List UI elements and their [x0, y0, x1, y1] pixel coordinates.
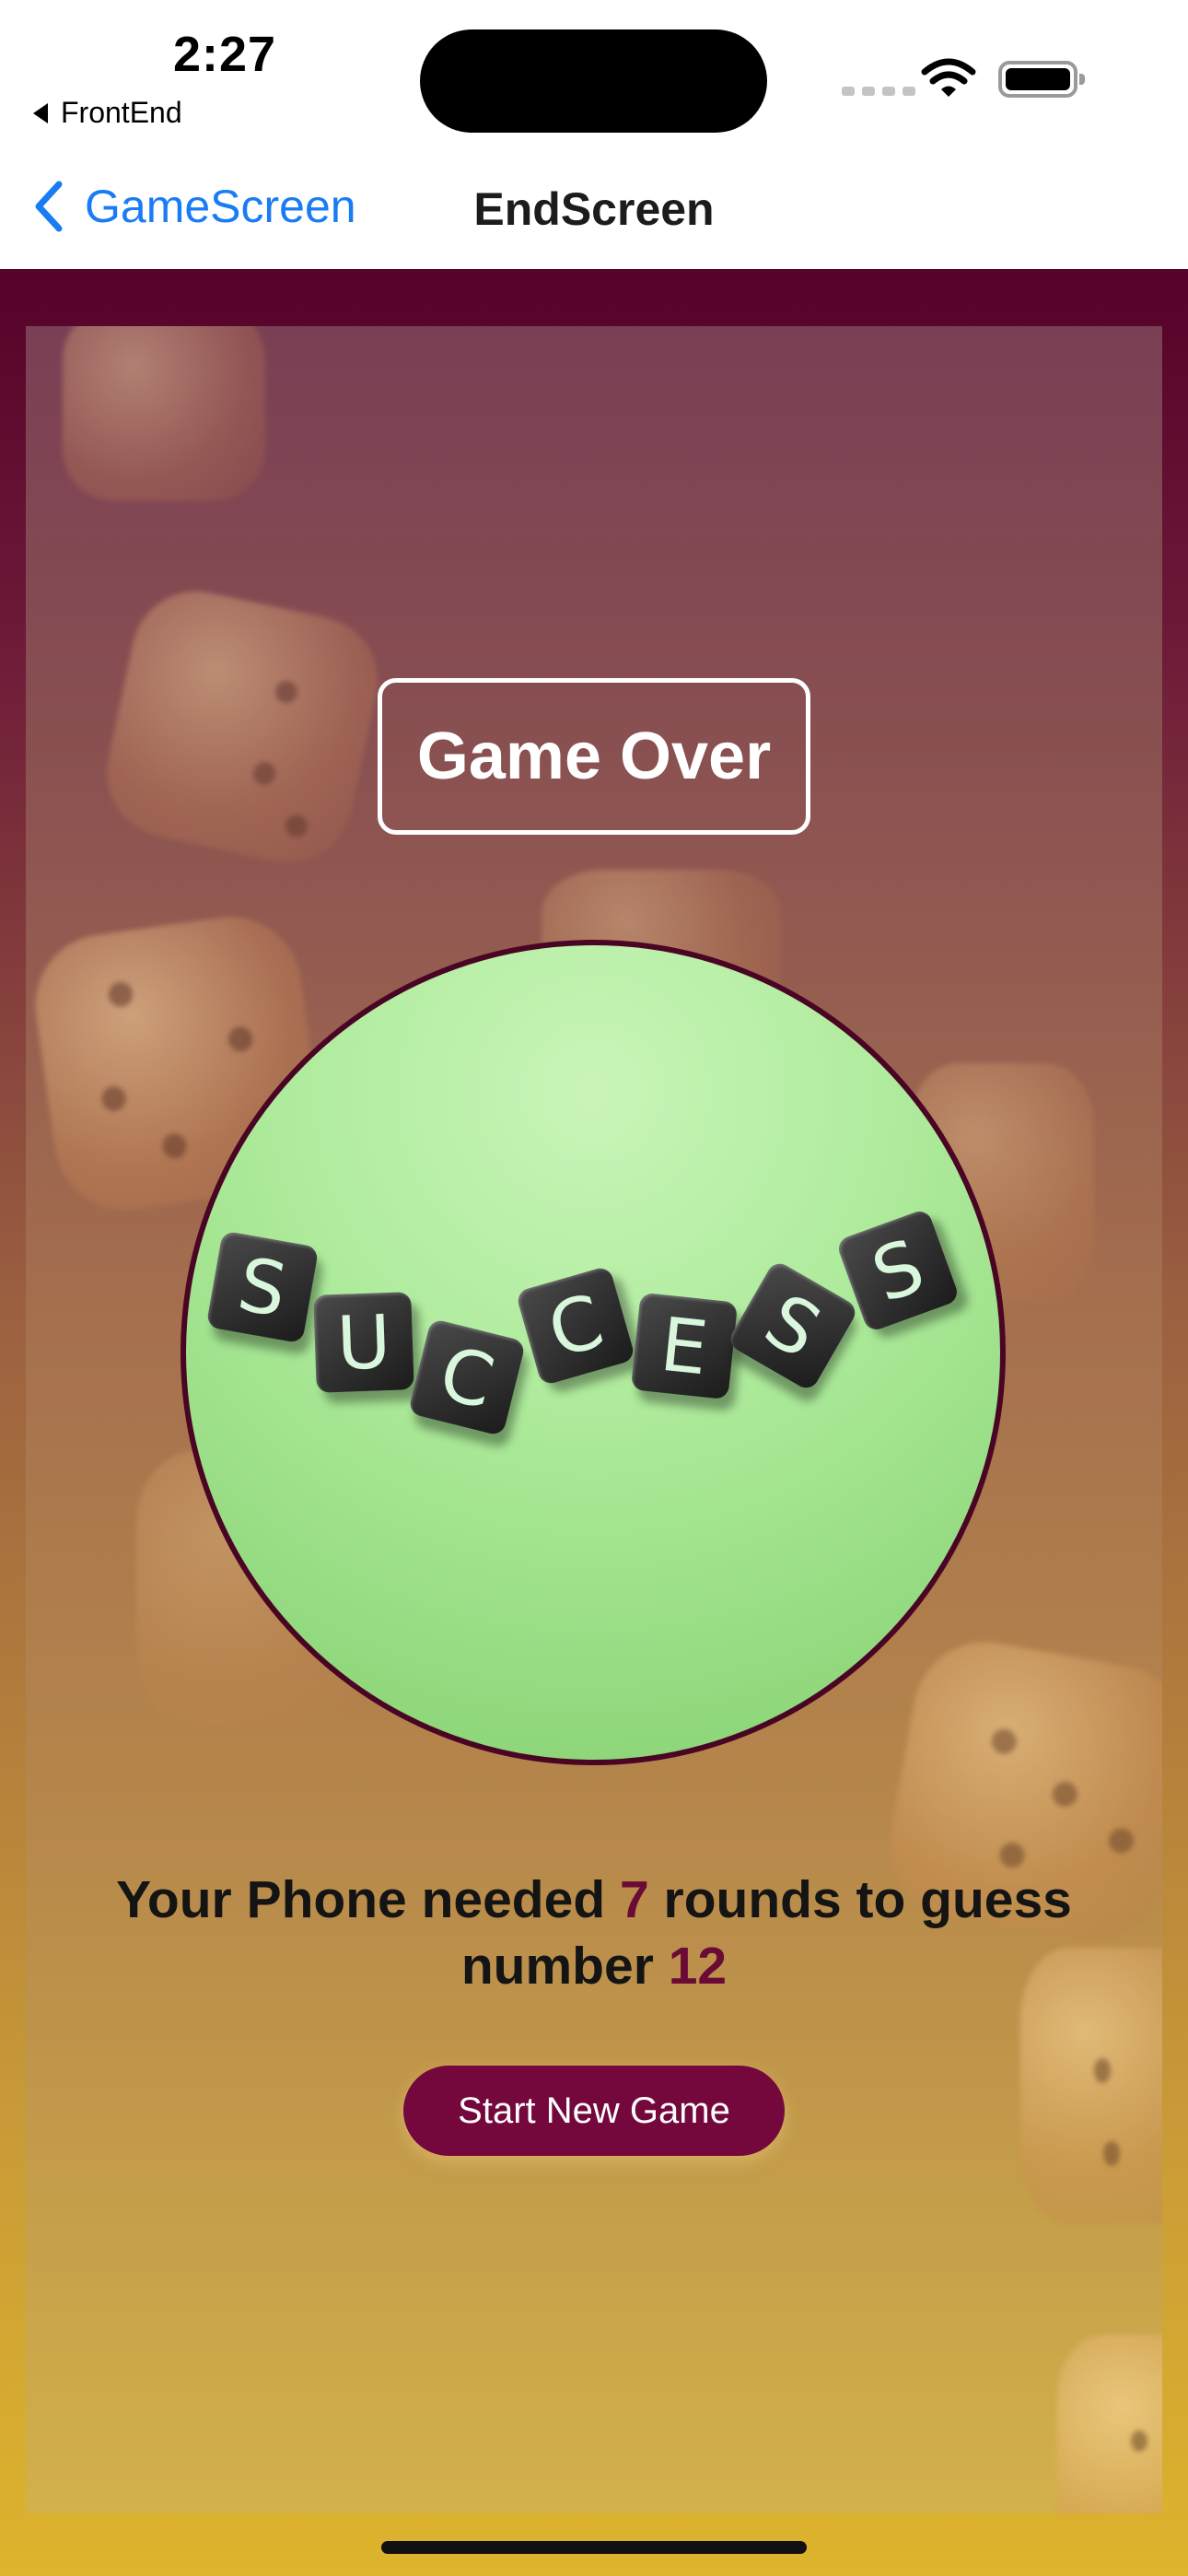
rounds-count: 7 — [619, 1870, 649, 1929]
letter-tile: S — [726, 1259, 860, 1393]
start-new-game-button[interactable]: Start New Game — [403, 2066, 785, 2156]
back-app-label: FrontEnd — [61, 96, 182, 129]
letter-tile: C — [407, 1317, 527, 1437]
success-image: S U C C E S S — [181, 940, 1006, 1765]
letter-tile: C — [515, 1265, 636, 1387]
wifi-icon — [921, 58, 976, 97]
back-to-app-link[interactable]: FrontEnd — [33, 96, 182, 130]
letter-tile: E — [630, 1292, 739, 1400]
end-screen-main: Game Over S U C C E S S Your Phone neede… — [0, 269, 1188, 2576]
game-over-title: Game Over — [416, 720, 772, 793]
result-summary: Your Phone needed 7 rounds to guess numb… — [116, 1870, 1072, 1996]
letter-tile: S — [205, 1230, 320, 1344]
home-indicator[interactable] — [381, 2541, 807, 2554]
battery-icon — [998, 61, 1085, 98]
signal-icon — [842, 87, 915, 96]
game-over-title-box: Game Over — [378, 678, 810, 835]
back-triangle-icon — [33, 102, 48, 123]
dynamic-island — [420, 29, 767, 133]
status-bar: 2:27 FrontEnd — [0, 0, 1188, 147]
nav-title: EndScreen — [473, 183, 715, 235]
guessed-number: 12 — [668, 1937, 728, 1996]
status-time: 2:27 — [173, 27, 277, 82]
letter-tile: U — [313, 1292, 414, 1393]
navigation-bar: GameScreen EndScreen — [0, 147, 1188, 270]
